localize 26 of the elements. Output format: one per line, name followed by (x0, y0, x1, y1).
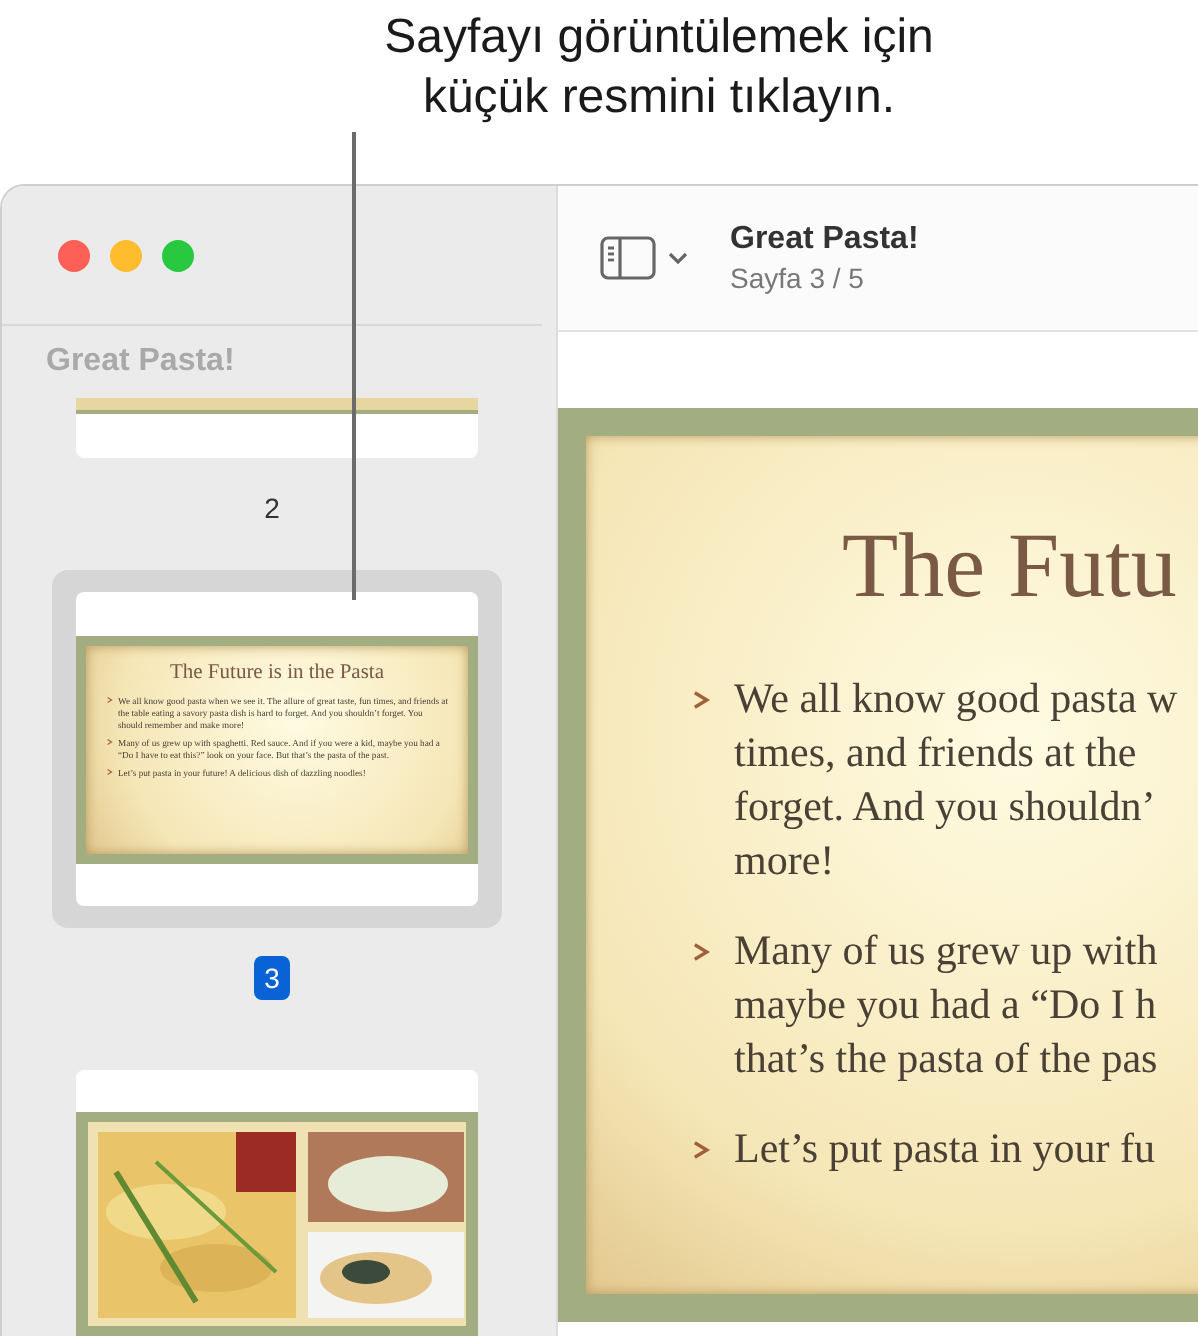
slide-bullet-text: We all know good pasta w times, and friends at the forget. And you shouldn’ more! (734, 672, 1178, 888)
page-thumbnail[interactable] (76, 592, 478, 906)
minimize-button[interactable] (110, 239, 142, 271)
slide-bullet-text: Let’s put pasta in your fu (734, 1122, 1156, 1176)
sidebar-heading: Great Pasta! (44, 342, 237, 382)
bullet-icon (690, 940, 714, 964)
bullet-icon (690, 1138, 714, 1162)
page-number: 3 (254, 956, 290, 1000)
bullet-icon (690, 688, 714, 712)
bullet-icon (106, 738, 114, 746)
thumbnail-title: The Future is in the Pasta (167, 662, 387, 686)
slide-bullet-text: Many of us grew up with maybe you had a “Do I h that’s the pasta of the pas (734, 924, 1158, 1086)
page-indicator: Sayfa 3 / 5 (730, 260, 866, 296)
window-title: Great Pasta! (730, 220, 919, 260)
bullet-icon (106, 768, 114, 776)
sidebar-toggle-button[interactable] (600, 236, 688, 280)
page-number: 2 (264, 490, 280, 528)
page-thumbnail[interactable] (76, 1070, 478, 1336)
close-button[interactable] (58, 239, 90, 271)
page-thumbnail[interactable] (76, 398, 478, 458)
callout-text: Sayfayı görüntülemek için küçük resmini tıklayın. (384, 8, 934, 128)
zoom-button[interactable] (162, 239, 194, 271)
slide-title: The Futu (840, 512, 1179, 620)
chevron-down-icon (668, 251, 688, 265)
bullet-icon (106, 696, 114, 704)
sidebar-icon (600, 236, 656, 280)
